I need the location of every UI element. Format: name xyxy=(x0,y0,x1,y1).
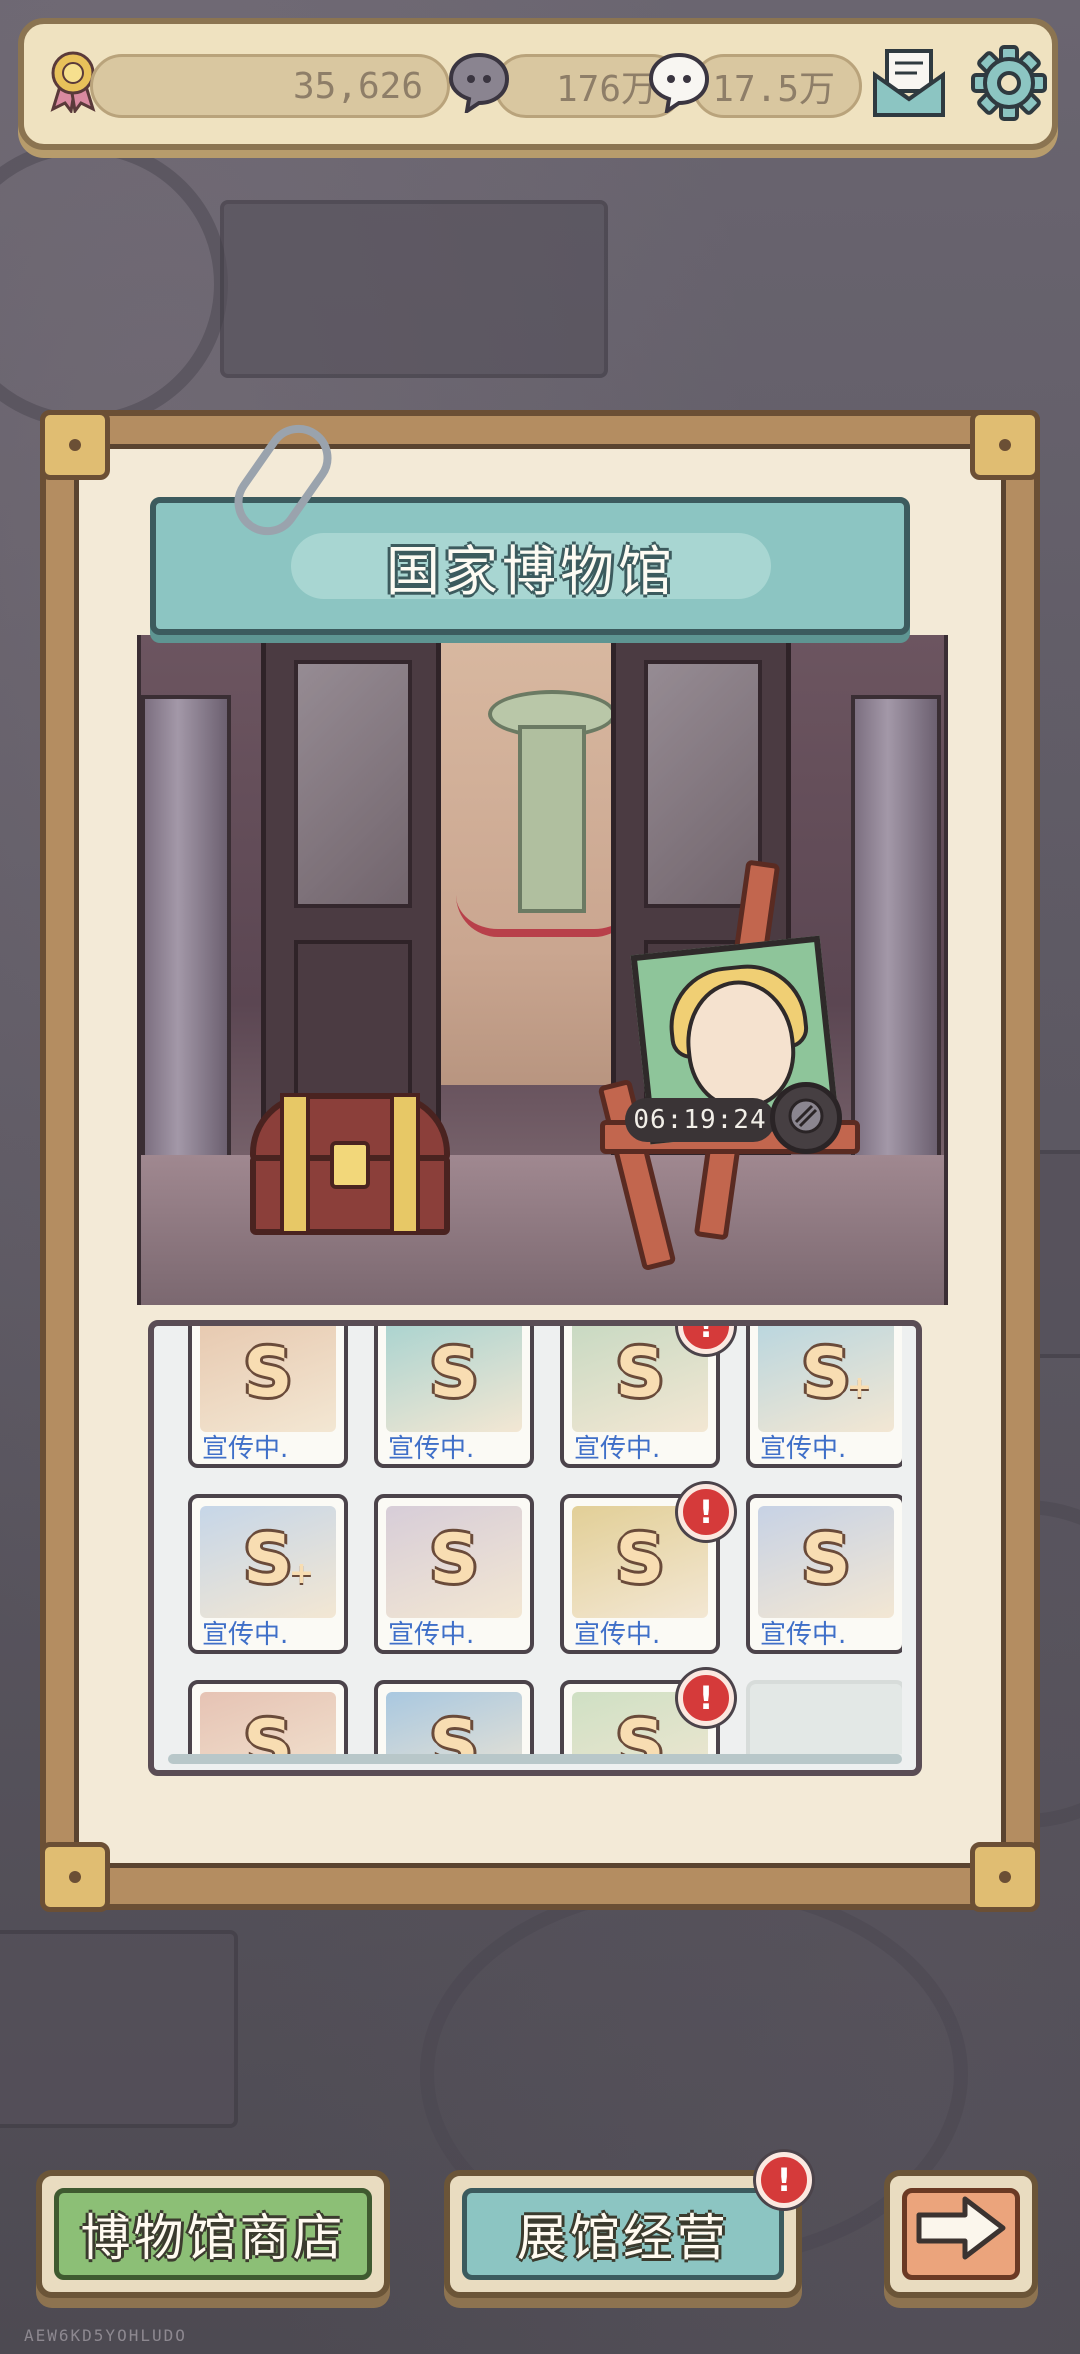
exhibit-card[interactable]: S + 宣传中. xyxy=(746,1326,902,1468)
alert-symbol: ! xyxy=(698,1326,714,1345)
speed-lines-icon xyxy=(786,1096,826,1140)
gear-icon[interactable] xyxy=(964,38,1054,128)
exhibit-card[interactable]: S 宣传中. xyxy=(746,1494,902,1654)
speed-up-button[interactable] xyxy=(770,1082,842,1154)
museum-shop-button[interactable]: 博物馆商店 xyxy=(36,2170,390,2298)
exhibit-card[interactable]: S 宣传中. xyxy=(374,1326,534,1468)
exhibit-card[interactable]: S 宣传中. xyxy=(374,1494,534,1654)
grade-plus-icon: + xyxy=(846,1370,872,1405)
exhibit-grade: S xyxy=(801,1520,851,1599)
exhibit-alert-badge: ! xyxy=(678,1670,734,1726)
frame-corner xyxy=(40,1842,110,1912)
treasure-chest[interactable] xyxy=(250,1093,450,1238)
hall-management-alert-badge: ! xyxy=(756,2152,812,2208)
exhibit-status: 宣传中. xyxy=(574,1620,661,1650)
exhibit-grade: S xyxy=(429,1334,479,1413)
exhibit-status: 宣传中. xyxy=(202,1434,289,1464)
frame-corner xyxy=(40,410,110,480)
medal-count: 35,626 xyxy=(90,54,450,118)
alert-symbol: ! xyxy=(698,1679,714,1717)
exhibit-grade: S xyxy=(243,1520,293,1599)
bg-crate xyxy=(220,200,608,378)
exhibit-grade: S xyxy=(243,1334,293,1413)
hall-management-label: 展馆经营 xyxy=(517,2209,729,2267)
watermark: AEW6KD5YOHLUDO xyxy=(24,2326,187,2345)
exhibit-status: 宣传中. xyxy=(574,1434,661,1464)
exhibit-grade: S xyxy=(801,1334,851,1413)
mail-icon[interactable] xyxy=(864,38,954,128)
museum-shop-label: 博物馆商店 xyxy=(80,2209,346,2267)
next-button[interactable] xyxy=(884,2170,1038,2298)
alert-symbol: ! xyxy=(698,1493,714,1531)
exhibit-card[interactable]: S xyxy=(374,1680,534,1754)
exhibit-status: 宣传中. xyxy=(388,1620,475,1650)
empty-exhibit-slot[interactable] xyxy=(746,1680,902,1754)
countdown-timer: 06:19:24 xyxy=(625,1098,775,1142)
exhibit-card[interactable]: S 宣传中. xyxy=(188,1326,348,1468)
resource-bar: 35,626 176万 17.5万 xyxy=(18,18,1058,150)
exhibit-grade: S xyxy=(243,1706,293,1754)
grade-plus-icon: + xyxy=(288,1556,314,1591)
museum-title: 国家博物馆 xyxy=(291,533,771,603)
exhibit-grid[interactable]: S 宣传中. S 宣传中. S 宣传中.! S + 宣传中. S + 宣传中. S 宣传中. S 宣传中.! S… xyxy=(148,1320,922,1776)
left-door xyxy=(261,635,441,1155)
exhibit-grade: S xyxy=(429,1706,479,1754)
exhibit-status: 宣传中. xyxy=(388,1434,475,1464)
exhibit-status: 宣传中. xyxy=(202,1620,289,1650)
white-bubble-count: 17.5万 xyxy=(692,54,862,118)
exhibit-status: 宣传中. xyxy=(760,1620,847,1650)
frame-corner xyxy=(970,1842,1040,1912)
exhibit-card[interactable]: S + 宣传中. xyxy=(188,1494,348,1654)
white-bubble-icon xyxy=(644,46,714,116)
grid-scrollbar[interactable] xyxy=(168,1754,902,1764)
exhibit-card[interactable]: S xyxy=(188,1680,348,1754)
exhibit-alert-badge: ! xyxy=(678,1484,734,1540)
exhibit-grid-track[interactable]: S 宣传中. S 宣传中. S 宣传中.! S + 宣传中. S + 宣传中. S 宣传中. S 宣传中.! S… xyxy=(168,1326,902,1754)
gray-bubble-icon xyxy=(444,46,514,116)
pedestal-column xyxy=(518,725,586,913)
hall-management-button[interactable]: 展馆经营 xyxy=(444,2170,802,2298)
lock-icon xyxy=(330,1141,370,1189)
exhibit-status: 宣传中. xyxy=(760,1434,847,1464)
exhibit-grade: S xyxy=(429,1520,479,1599)
bg-crate xyxy=(0,1930,238,2128)
frame-corner xyxy=(970,410,1040,480)
velvet-rope xyxy=(456,895,636,937)
arrow-right-icon xyxy=(913,2193,1009,2275)
